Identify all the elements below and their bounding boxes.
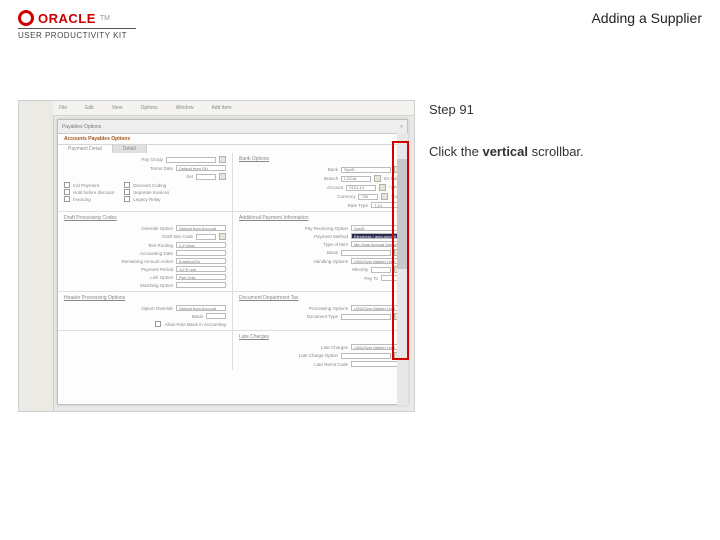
bank-field[interactable]: SysID — [341, 167, 391, 173]
test-routing-field[interactable]: C-Follow — [176, 242, 226, 248]
currency-field[interactable]: 700 — [358, 194, 378, 200]
dialog-title: Payables Options — [62, 124, 101, 130]
scrollbar-thumb[interactable] — [397, 159, 408, 269]
instruction-text: Click the vertical scrollbar. — [429, 143, 702, 161]
lov-icon[interactable] — [379, 184, 386, 191]
link-option-field[interactable]: Pair Only — [176, 274, 226, 280]
type-of-item-field[interactable]: Min Date Accrual Default — [351, 241, 401, 247]
pay-group-field[interactable] — [166, 157, 216, 163]
document-type-field[interactable] — [341, 314, 391, 320]
handling-options-field[interactable]: USD/Over Market Limit — [351, 258, 401, 264]
oracle-logo-icon — [18, 10, 34, 26]
menu-item[interactable]: File — [59, 105, 67, 111]
menu-item[interactable]: Options — [140, 105, 157, 111]
account-field[interactable]: 0101-14 — [346, 185, 376, 191]
checkbox[interactable] — [64, 182, 70, 188]
menu-item[interactable]: Edit — [85, 105, 94, 111]
accounting-date-field[interactable] — [176, 250, 226, 256]
draft-site-code-field[interactable] — [196, 234, 216, 240]
brand-word: ORACLE — [38, 11, 96, 26]
doc-processing-field[interactable]: USD/Over Market Limit — [351, 305, 401, 311]
menu-item[interactable]: Window — [176, 105, 194, 111]
matching-option-field[interactable] — [176, 282, 226, 288]
lov-icon[interactable] — [219, 233, 226, 240]
app-menubar[interactable]: File Edit View Options Window Add Item — [53, 101, 414, 116]
late-charge-option-field[interactable] — [341, 353, 391, 359]
tab-strip: Payment Detail Detail — [58, 145, 407, 153]
override-option-field[interactable]: Default from Account — [176, 225, 226, 231]
terms-date-field[interactable]: Default from OU — [176, 165, 226, 171]
screenshot-panel: File Edit View Options Window Add Item P… — [18, 100, 415, 412]
dialog-heading: Accounts Payables Options — [58, 134, 407, 145]
tab-detail[interactable]: Detail — [113, 145, 147, 153]
pay-receiving-field[interactable]: SysID — [351, 225, 401, 231]
trademark: TM — [100, 15, 110, 22]
page-title: Adding a Supplier — [591, 10, 702, 26]
basis-field[interactable] — [341, 250, 391, 256]
basis-field-2[interactable] — [206, 313, 226, 319]
checkbox[interactable] — [155, 321, 161, 327]
lov-icon[interactable] — [219, 173, 226, 180]
step-label: Step 91 — [429, 102, 702, 117]
payment-period-field[interactable]: 1/2 E unit — [176, 266, 226, 272]
instruction-pane: Step 91 Click the vertical scrollbar. — [429, 100, 702, 412]
vertical-scrollbar[interactable] — [397, 119, 408, 405]
tab-payment-detail[interactable]: Payment Detail — [58, 145, 113, 153]
set-field[interactable] — [196, 174, 216, 180]
remaining-amount-field[interactable]: Enabled/On — [176, 258, 226, 264]
minority-field[interactable] — [371, 267, 391, 273]
lov-icon[interactable] — [219, 156, 226, 163]
menu-item[interactable]: Add Item — [211, 105, 231, 111]
menu-item[interactable]: View — [112, 105, 123, 111]
brand-subtitle: USER PRODUCTIVITY KIT — [18, 28, 136, 40]
header-override-field[interactable]: Default from Account — [176, 305, 226, 311]
branch-field[interactable]: LOCAL — [341, 176, 371, 182]
checkbox[interactable] — [124, 182, 130, 188]
lov-icon[interactable] — [374, 175, 381, 182]
payment-method-field[interactable]: Electronic / auto-submit — [351, 233, 401, 239]
late-charges-field[interactable]: USD/Over Market Limit — [351, 344, 401, 350]
checkbox[interactable] — [64, 189, 70, 195]
lov-icon[interactable] — [381, 193, 388, 200]
app-sidebar — [19, 101, 54, 411]
brand-block: ORACLE TM USER PRODUCTIVITY KIT — [18, 10, 136, 40]
checkbox[interactable] — [124, 196, 130, 202]
late-remit-code-field[interactable] — [351, 361, 401, 367]
checkbox[interactable] — [64, 196, 70, 202]
dialog-window: Payables Options × Accounts Payables Opt… — [57, 119, 408, 405]
checkbox[interactable] — [124, 189, 130, 195]
